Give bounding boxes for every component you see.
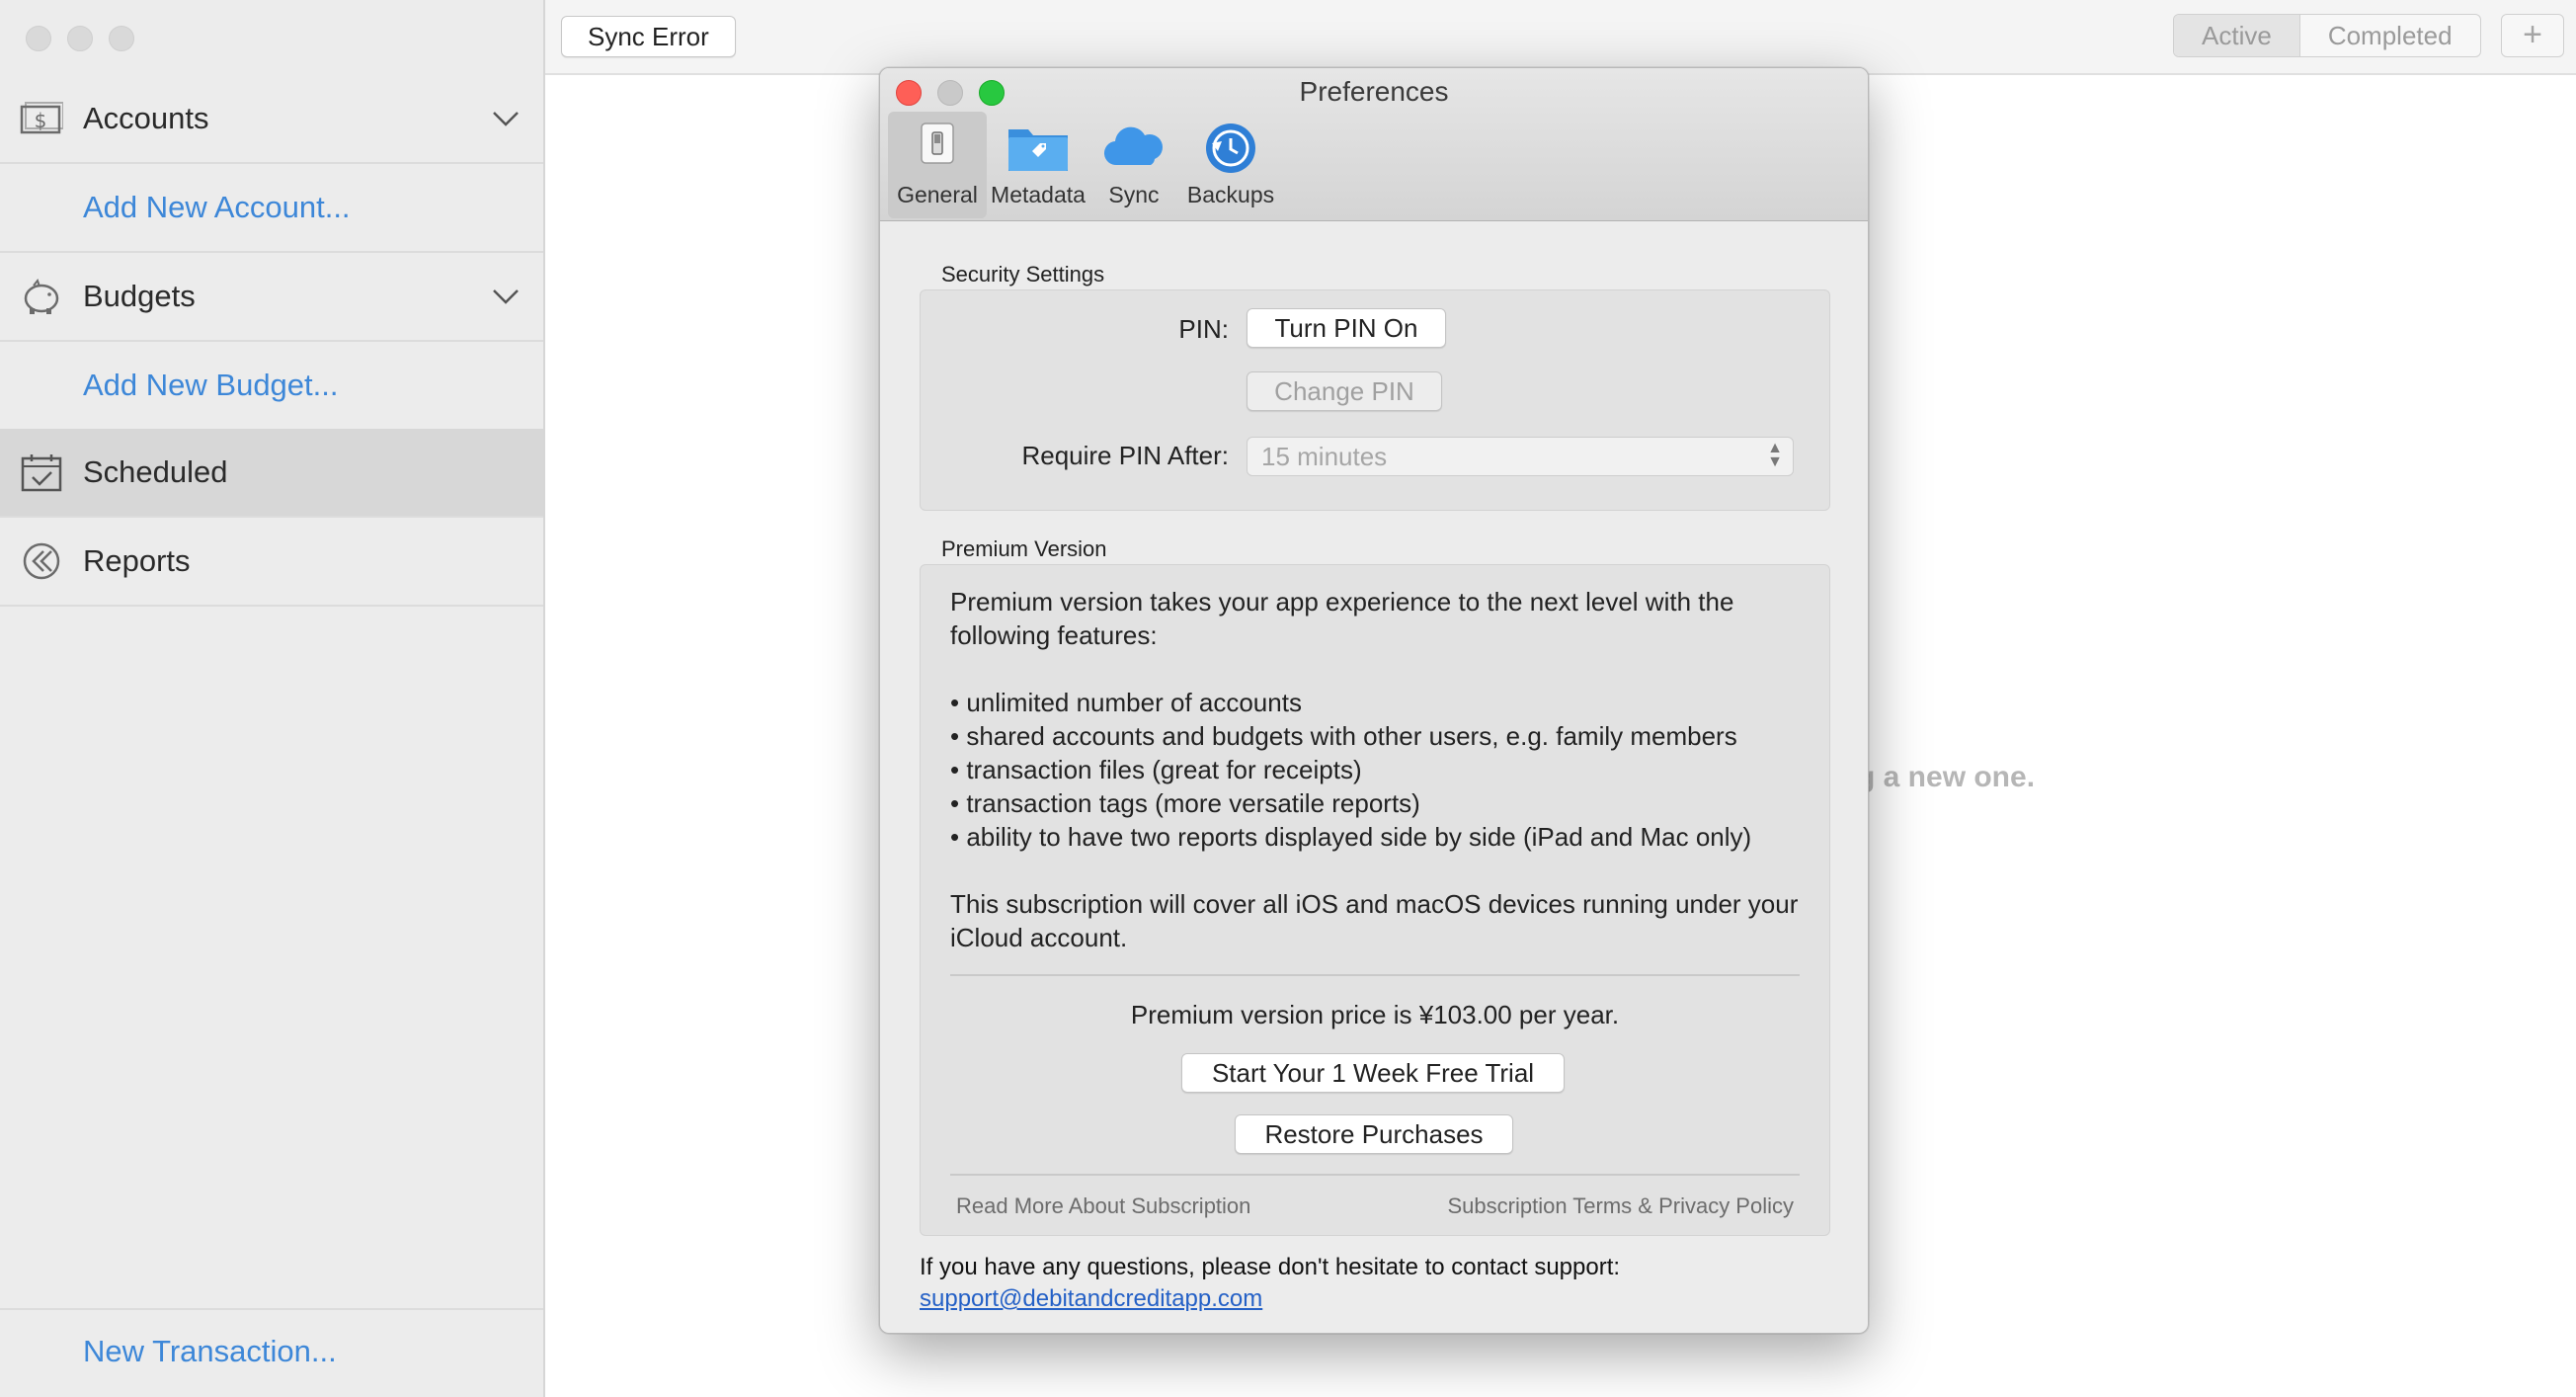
preferences-window: Preferences General Metadata Sync Backup… xyxy=(879,67,1869,1334)
tab-label: Backups xyxy=(1186,182,1275,207)
price-text: Premium version price is ¥103.00 per yea… xyxy=(1130,1000,1620,1029)
sidebar-item-label: Accounts xyxy=(83,101,209,135)
piggy-bank-icon xyxy=(24,278,59,314)
updown-arrows-icon: ▲ ▼ xyxy=(1767,440,1783,470)
sidebar-item-reports[interactable]: Reports xyxy=(0,518,543,607)
premium-intro: Premium version takes your app experienc… xyxy=(950,587,1734,650)
change-pin-button[interactable]: Change PIN xyxy=(1247,371,1442,411)
preferences-toolbar: Preferences General Metadata Sync Backup… xyxy=(880,68,1868,221)
sidebar-item-scheduled[interactable]: Scheduled xyxy=(0,429,543,518)
feature-item: • transaction files (great for receipts) xyxy=(950,755,1362,784)
tab-sync[interactable]: Sync xyxy=(1089,112,1178,218)
support-email-link[interactable]: support@debitandcreditapp.com xyxy=(920,1285,1262,1313)
sync-error-button[interactable]: Sync Error xyxy=(561,16,736,57)
calendar-check-icon xyxy=(21,454,62,492)
accounts-icon: $ xyxy=(20,102,63,134)
tab-label: Metadata xyxy=(991,182,1086,207)
clock-backup-icon xyxy=(1206,123,1255,173)
tab-backups[interactable]: Backups xyxy=(1178,112,1283,218)
pin-label: PIN: xyxy=(1178,314,1229,344)
window-controls xyxy=(26,26,134,51)
add-new-budget-link[interactable]: Add New Budget... xyxy=(0,342,543,431)
feature-item: • unlimited number of accounts xyxy=(950,688,1302,717)
sidebar-item-accounts[interactable]: $ Accounts xyxy=(0,75,543,164)
feature-item: • ability to have two reports displayed … xyxy=(950,822,1752,852)
require-pin-after-label: Require PIN After: xyxy=(1021,441,1229,470)
sidebar-item-label: Reports xyxy=(83,543,191,578)
divider xyxy=(950,974,1800,976)
tab-label: General xyxy=(897,182,978,207)
read-more-subscription-link[interactable]: Read More About Subscription xyxy=(956,1193,1250,1219)
toolbar: Sync Error Active Completed + xyxy=(545,0,2576,75)
zoom-window-button[interactable] xyxy=(109,26,134,51)
add-button[interactable]: + xyxy=(2501,14,2564,57)
divider xyxy=(950,1174,1800,1176)
svg-text:$: $ xyxy=(35,109,47,132)
new-transaction-label: New Transaction... xyxy=(83,1334,337,1368)
switch-icon xyxy=(921,123,954,164)
minimize-window-button[interactable] xyxy=(67,26,93,51)
security-settings-box: PIN: Turn PIN On Change PIN Require PIN … xyxy=(920,289,1830,511)
sidebar-item-label: Scheduled xyxy=(83,454,228,489)
tab-metadata[interactable]: Metadata xyxy=(989,112,1087,218)
cloud-icon xyxy=(1103,126,1163,166)
tab-label: Sync xyxy=(1108,182,1160,207)
premium-version-box: Premium version takes your app experienc… xyxy=(920,564,1830,1236)
status-segmented-control: Active Completed xyxy=(2173,14,2481,57)
sidebar-item-budgets[interactable]: Budgets xyxy=(0,253,543,342)
window-title: Preferences xyxy=(1299,76,1449,107)
turn-pin-on-button[interactable]: Turn PIN On xyxy=(1247,308,1446,348)
new-transaction-link[interactable]: New Transaction... xyxy=(0,1308,543,1397)
tab-general[interactable]: General xyxy=(888,112,987,218)
feature-item: • shared accounts and budgets with other… xyxy=(950,721,1737,751)
require-pin-after-value: 15 minutes xyxy=(1261,442,1388,471)
add-new-account-label: Add New Account... xyxy=(83,190,351,224)
coverage-text: This subscription will cover all iOS and… xyxy=(950,889,1799,952)
chevron-down-icon[interactable] xyxy=(490,281,522,312)
chevron-down-icon[interactable] xyxy=(490,103,522,134)
folder-tag-icon xyxy=(1008,129,1068,171)
terms-privacy-link[interactable]: Subscription Terms & Privacy Policy xyxy=(1448,1193,1795,1219)
sidebar: $ Accounts Add New Account... Budgets Ad… xyxy=(0,0,545,1397)
require-pin-after-select[interactable]: 15 minutes ▲ ▼ xyxy=(1247,437,1794,476)
premium-description: Premium version takes your app experienc… xyxy=(950,585,1819,954)
segment-completed[interactable]: Completed xyxy=(2300,15,2480,56)
start-free-trial-button[interactable]: Start Your 1 Week Free Trial xyxy=(1181,1053,1565,1093)
contact-support-text: If you have any questions, please don't … xyxy=(920,1254,1621,1280)
feature-item: • transaction tags (more versatile repor… xyxy=(950,788,1420,818)
restore-purchases-button[interactable]: Restore Purchases xyxy=(1235,1114,1513,1154)
add-new-budget-label: Add New Budget... xyxy=(83,368,339,402)
add-new-account-link[interactable]: Add New Account... xyxy=(0,164,543,253)
close-window-button[interactable] xyxy=(26,26,51,51)
reports-icon xyxy=(23,542,60,580)
empty-state-hint: g a new one. xyxy=(1857,761,2036,793)
sidebar-item-label: Budgets xyxy=(83,279,196,313)
segment-active[interactable]: Active xyxy=(2174,15,2300,56)
premium-version-title: Premium Version xyxy=(941,536,1107,561)
security-settings-title: Security Settings xyxy=(941,262,1105,287)
